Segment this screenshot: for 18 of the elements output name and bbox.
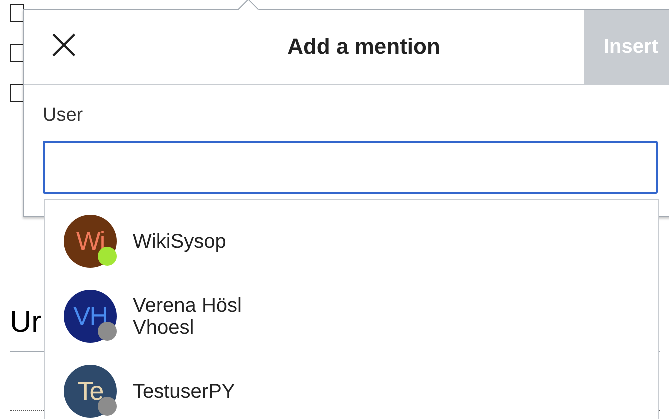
close-button[interactable]: ×: [24, 10, 104, 84]
user-name: WikiSysop: [133, 230, 226, 252]
user-name: Verena Hösl: [133, 294, 242, 316]
section-heading: Ur: [10, 305, 42, 341]
user-name: TestuserPY: [133, 380, 236, 402]
checkbox[interactable]: [10, 44, 24, 62]
user-avatar: Wi: [64, 215, 117, 268]
checkbox[interactable]: [10, 84, 24, 102]
suggestion-item[interactable]: VH Verena Hösl Vhoesl: [45, 290, 658, 343]
suggestion-item[interactable]: Wi WikiSysop: [45, 215, 658, 268]
user-name: Vhoesl: [133, 316, 194, 338]
user-avatar: VH: [64, 290, 117, 343]
user-avatar: Te: [64, 365, 117, 418]
suggestion-item[interactable]: Te TestuserPY: [45, 365, 658, 418]
user-field[interactable]: [43, 141, 658, 194]
field-label: User: [43, 105, 84, 127]
checkbox[interactable]: [10, 4, 24, 22]
dialog-title: Add a mention: [286, 34, 442, 60]
